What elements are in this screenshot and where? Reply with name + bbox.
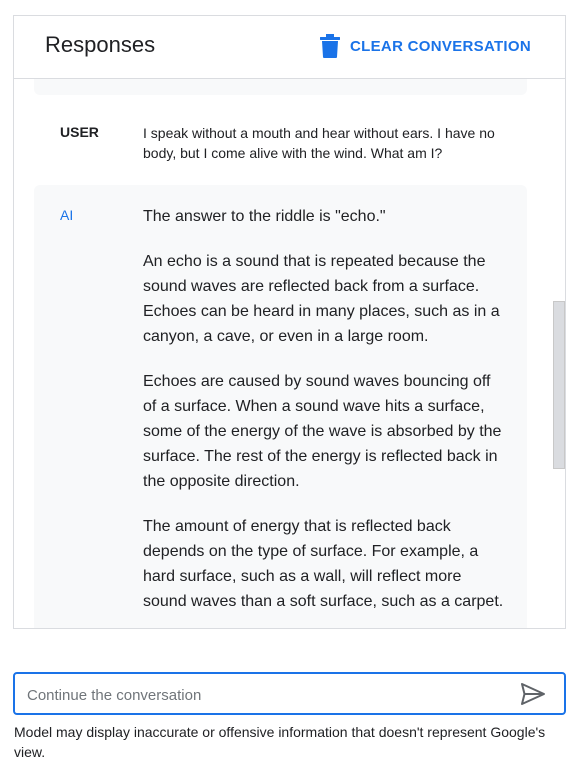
ai-message: AI The answer to the riddle is "echo." A…	[34, 185, 527, 628]
user-message-text: I speak without a mouth and hear without…	[143, 125, 495, 161]
responses-panel: Responses CLEAR CONVERSATION USER I spea…	[13, 15, 566, 629]
ai-paragraph: The answer to the riddle is "echo."	[143, 208, 386, 225]
ai-paragraph: The amount of energy that is reflected b…	[143, 518, 504, 610]
scrollbar-thumb[interactable]	[553, 301, 565, 469]
conversation-scroll-area[interactable]: USER I speak without a mouth and hear wi…	[14, 78, 565, 628]
ai-paragraph: An echo is a sound that is repeated beca…	[143, 253, 500, 345]
clear-conversation-button[interactable]: CLEAR CONVERSATION	[319, 34, 531, 58]
continue-conversation-box	[13, 672, 566, 715]
panel-header: Responses CLEAR CONVERSATION	[14, 16, 565, 79]
clear-conversation-label: CLEAR CONVERSATION	[350, 37, 531, 55]
user-role-label: USER	[60, 124, 99, 140]
continue-conversation-input[interactable]	[25, 683, 499, 707]
previous-message-card	[34, 78, 527, 95]
panel-title: Responses	[45, 32, 156, 57]
ai-message-text: The answer to the riddle is "echo." An e…	[143, 204, 507, 628]
ai-paragraph: Echoes are caused by sound waves bouncin…	[143, 373, 502, 490]
ai-role-label: AI	[60, 207, 74, 223]
disclaimer-text: Model may display inaccurate or offensiv…	[14, 724, 546, 760]
trash-icon	[319, 34, 341, 58]
send-icon[interactable]	[520, 682, 546, 706]
